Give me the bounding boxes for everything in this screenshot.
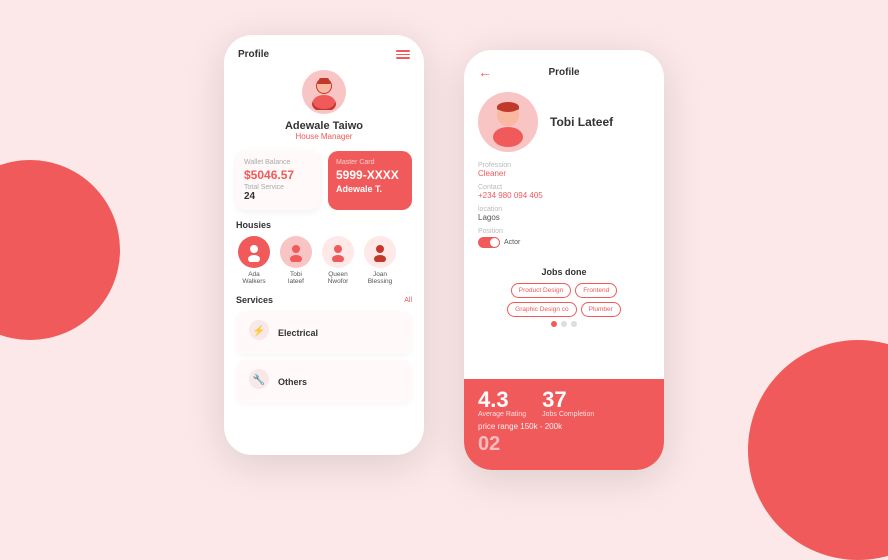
- housie-name-4: JoanBlessing: [368, 271, 393, 285]
- p2-avatar: [478, 92, 538, 152]
- carousel-dots: [478, 321, 650, 327]
- housie-name-3: QueenNwofor: [328, 271, 349, 285]
- p1-user-name: Adewale Taiwo: [285, 120, 363, 132]
- price-range-value: 150k - 200k: [520, 422, 562, 431]
- phone-1: Profile Adewale Taiwo House Manager: [224, 35, 424, 455]
- p2-profile-section: Tobi Lateef: [464, 86, 664, 162]
- p2-title: Profile: [548, 67, 579, 78]
- contact-value: +234 980 094 405: [478, 191, 650, 200]
- profession-label: Profession: [478, 162, 650, 169]
- service-others[interactable]: 🔧 Others: [236, 360, 412, 403]
- dot-3: [571, 321, 577, 327]
- position-toggle[interactable]: Actor: [478, 237, 520, 248]
- profession-row: Profession Cleaner: [478, 162, 650, 178]
- phones-container: Profile Adewale Taiwo House Manager: [0, 0, 888, 500]
- housie-name-1: AdaWalkers: [242, 271, 265, 285]
- location-value: Lagos: [478, 213, 650, 222]
- stats-row: 4.3 Average Rating 37 Jobs Completion: [478, 389, 650, 418]
- location-label: location: [478, 206, 650, 213]
- p1-user-role: House Manager: [296, 132, 353, 141]
- contact-row: Contact +234 980 094 405: [478, 184, 650, 200]
- job-tag-1: Product Design: [511, 283, 571, 298]
- bottom-number: 02: [478, 433, 650, 456]
- p2-bottom-section: 4.3 Average Rating 37 Jobs Completion pr…: [464, 379, 664, 470]
- housie-item: Tobilateef: [278, 236, 314, 285]
- price-range: price range 150k - 200k: [478, 422, 650, 431]
- job-tag-2: Frontend: [575, 283, 617, 298]
- jobs-stat: 37 Jobs Completion: [542, 389, 594, 418]
- jobs-value: 37: [542, 389, 594, 411]
- card-label: Master Card: [336, 159, 404, 166]
- toggle-switch[interactable]: [478, 237, 500, 248]
- electrical-label: Electrical: [278, 328, 318, 338]
- p1-wallet-card: Wallet Balance $5046.57 Total Service 24: [236, 151, 320, 210]
- housie-avatar-1: [238, 236, 270, 268]
- service-electrical[interactable]: ⚡ Electrical: [236, 311, 412, 354]
- housie-avatar-2: [280, 236, 312, 268]
- job-tags: Product Design Frontend Graphic Design c…: [478, 283, 650, 317]
- housie-item: JoanBlessing: [362, 236, 398, 285]
- others-icon: 🔧: [248, 368, 270, 395]
- toggle-label: Actor: [504, 239, 520, 246]
- back-icon[interactable]: ←: [478, 64, 492, 80]
- rating-stat: 4.3 Average Rating: [478, 389, 526, 418]
- housies-header: Housies: [224, 220, 424, 236]
- housies-label: Housies: [236, 220, 271, 230]
- housie-avatar-4: [364, 236, 396, 268]
- p1-title: Profile: [238, 49, 269, 60]
- job-tag-3: Graphic Design co: [507, 302, 576, 317]
- contact-label: Contact: [478, 184, 650, 191]
- p2-header: ← Profile: [464, 50, 664, 86]
- services-list: ⚡ Electrical 🔧 Others: [224, 311, 424, 403]
- card-number: 5999-XXXX: [336, 168, 404, 182]
- menu-icon[interactable]: [396, 50, 410, 59]
- p2-info: Profession Cleaner Contact +234 980 094 …: [464, 162, 664, 267]
- p2-user-name: Tobi Lateef: [550, 115, 613, 129]
- phone-2: ← Profile Tobi Lateef Professio: [464, 50, 664, 470]
- svg-text:⚡: ⚡: [253, 324, 265, 337]
- p1-avatar: [302, 70, 346, 114]
- profession-value: Cleaner: [478, 169, 650, 178]
- service-label: Total Service: [244, 184, 312, 191]
- card-holder: Adewale T.: [336, 184, 404, 194]
- others-label: Others: [278, 377, 307, 387]
- p1-mastercard-card: Master Card 5999-XXXX Adewale T.: [328, 151, 412, 210]
- jobs-done-label: Jobs done: [478, 267, 650, 277]
- wallet-value: $5046.57: [244, 168, 312, 182]
- price-range-label: price range: [478, 422, 518, 431]
- svg-text:🔧: 🔧: [253, 373, 265, 386]
- job-tag-4: Plumber: [581, 302, 621, 317]
- position-row: Position Actor: [478, 228, 650, 253]
- housies-list: AdaWalkers Tobilateef QueenNwofor JoanBl…: [224, 236, 424, 295]
- housie-avatar-3: [322, 236, 354, 268]
- p1-profile-section: Adewale Taiwo House Manager: [224, 66, 424, 151]
- rating-label: Average Rating: [478, 411, 526, 418]
- services-all-link[interactable]: All: [404, 297, 412, 304]
- location-row: location Lagos: [478, 206, 650, 222]
- dot-1: [551, 321, 557, 327]
- p1-header: Profile: [224, 35, 424, 66]
- wallet-label: Wallet Balance: [244, 159, 312, 166]
- position-label: Position: [478, 228, 650, 235]
- rating-value: 4.3: [478, 389, 526, 411]
- housie-item: QueenNwofor: [320, 236, 356, 285]
- jobs-label: Jobs Completion: [542, 411, 594, 418]
- services-label: Services: [236, 295, 273, 305]
- p2-jobs-section: Jobs done Product Design Frontend Graphi…: [464, 267, 664, 335]
- dot-2: [561, 321, 567, 327]
- p1-cards-row: Wallet Balance $5046.57 Total Service 24…: [224, 151, 424, 220]
- service-value: 24: [244, 191, 312, 202]
- services-header: Services All: [224, 295, 424, 311]
- housie-item: AdaWalkers: [236, 236, 272, 285]
- housie-name-2: Tobilateef: [288, 271, 304, 285]
- electrical-icon: ⚡: [248, 319, 270, 346]
